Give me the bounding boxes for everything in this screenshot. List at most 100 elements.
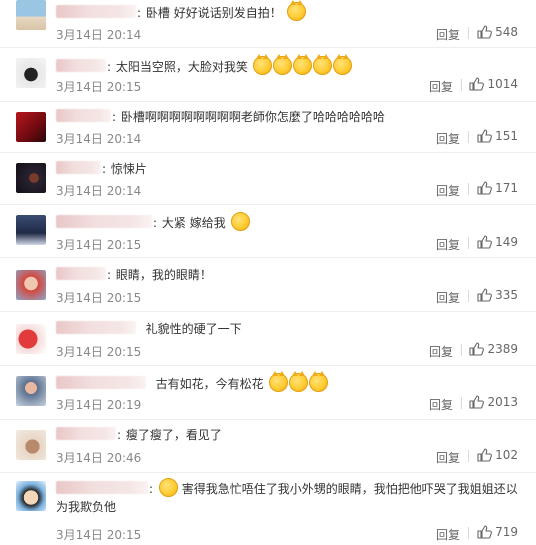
avatar[interactable] [16,481,46,511]
avatar[interactable] [16,112,46,142]
divider [461,344,462,356]
divider [461,79,462,91]
reply-button[interactable]: 回复 [436,449,460,466]
reply-button[interactable]: 回复 [429,396,453,413]
divider [468,27,469,39]
thumbs-up-icon [477,25,493,39]
like-button[interactable]: 335 [477,288,518,302]
divider [468,450,469,462]
comment-text: 眼睛，我的眼睛！ [115,268,212,282]
like-count: 2013 [487,395,518,409]
timestamp: 3月14日 20:19 [56,398,142,412]
like-count: 1014 [487,77,518,91]
like-button[interactable]: 548 [477,25,518,39]
cat-grin-emoji [308,371,328,392]
like-count: 335 [495,288,518,302]
username-blurred[interactable] [56,267,106,280]
comment-text: 惊悚片 [110,162,147,176]
username-blurred[interactable] [56,215,152,228]
thumbs-up-icon [469,342,485,356]
avatar[interactable] [16,58,46,88]
cat-grin-emoji [252,54,272,75]
cat-grin-emoji [272,54,292,75]
like-button[interactable]: 719 [477,525,518,539]
comment-item: : 卧槽啊啊啊啊啊啊啊啊老師你怎麼了哈哈哈哈哈哈 3月14日 20:14 回复 … [0,102,536,153]
username-blurred[interactable] [56,376,146,389]
comment-text-line: : 大紧 嫁给我 [56,212,526,232]
timestamp: 3月14日 20:15 [56,345,142,359]
username-blurred[interactable] [56,427,116,440]
comment-text-line: : 卧槽啊啊啊啊啊啊啊啊老師你怎麼了哈哈哈哈哈哈 [56,108,526,126]
divider [468,237,469,249]
like-button[interactable]: 1014 [469,77,518,91]
comment-text: 卧槽 好好说话别发自拍！ [145,6,282,20]
avatar[interactable] [16,270,46,300]
like-count: 2389 [487,342,518,356]
like-button[interactable]: 2389 [469,342,518,356]
comment-item: : 瘦了瘦了，看见了 3月14日 20:46 回复 102 [0,420,536,473]
reply-button[interactable]: 回复 [436,182,460,199]
cat-grin-emoji [312,54,332,75]
comment-item: : 卧槽 好好说话别发自拍！ 3月14日 20:14 回复 548 [0,0,536,48]
timestamp: 3月14日 20:14 [56,132,142,146]
like-count: 171 [495,181,518,195]
like-count: 102 [495,448,518,462]
comment-item: : 眼睛，我的眼睛！ 3月14日 20:15 回复 335 [0,258,536,312]
username-blurred[interactable] [56,321,136,334]
reply-button[interactable]: 回复 [436,526,460,543]
avatar[interactable] [16,0,46,30]
avatar[interactable] [16,324,46,354]
timestamp: 3月14日 20:15 [56,528,142,542]
thumbs-up-icon [477,288,493,302]
reply-button[interactable]: 回复 [429,78,453,95]
thumbs-up-icon [477,448,493,462]
username-blurred[interactable] [56,5,136,18]
like-button[interactable]: 102 [477,448,518,462]
comment-text-line: : 卧槽 好好说话别发自拍！ [56,0,526,22]
comment-text: 古有如花，今有松花 [155,377,264,391]
avatar[interactable] [16,215,46,245]
avatar[interactable] [16,376,46,406]
comment-text-line: : 眼睛，我的眼睛！ [56,266,526,284]
reply-button[interactable]: 回复 [436,130,460,147]
like-button[interactable]: 149 [477,235,518,249]
thumbs-up-icon [477,129,493,143]
like-count: 548 [495,25,518,39]
divider [468,527,469,539]
comment-text: 太阳当空照，大脸对我笑 [115,60,248,74]
username-blurred[interactable] [56,109,111,122]
comment-text-line: : 瘦了瘦了，看见了 [56,426,526,444]
thumbs-up-icon [469,395,485,409]
reply-button[interactable]: 回复 [436,26,460,43]
avatar[interactable] [16,163,46,193]
comment-text: 瘦了瘦了，看见了 [125,428,222,442]
divider [461,397,462,409]
comment-text-line: : 太阳当空照，大脸对我笑 [56,54,526,76]
avatar[interactable] [16,430,46,460]
username-blurred[interactable] [56,161,101,174]
timestamp: 3月14日 20:15 [56,238,142,252]
username-blurred[interactable] [56,59,106,72]
reply-button[interactable]: 回复 [436,236,460,253]
comment-item: : 惊悚片 3月14日 20:14 回复 171 [0,153,536,205]
timestamp: 3月14日 20:14 [56,184,142,198]
comment-text-line: : 害得我急忙唔住了我小外甥的眼睛，我怕把他吓哭了我姐姐还以为我欺负他 [56,478,526,516]
username-blurred[interactable] [56,481,148,494]
comment-item: 礼貌性的硬了一下 3月14日 20:15 回复 2389 [0,312,536,366]
like-count: 151 [495,129,518,143]
timestamp: 3月14日 20:14 [56,28,142,42]
like-button[interactable]: 151 [477,129,518,143]
reply-button[interactable]: 回复 [436,289,460,306]
smirk-face-emoji [158,478,178,497]
cat-grin-emoji [286,0,306,21]
divider [468,290,469,302]
cat-grin-emoji [292,54,312,75]
cat-grin-emoji [288,371,308,392]
like-button[interactable]: 171 [477,181,518,195]
comment-text: 礼貌性的硬了一下 [145,322,242,336]
reply-button[interactable]: 回复 [429,343,453,360]
like-button[interactable]: 2013 [469,395,518,409]
thumbs-up-icon [469,77,485,91]
comment-item: : 太阳当空照，大脸对我笑 3月14日 20:15 回复 1014 [0,48,536,102]
comment-text-line: : 惊悚片 [56,160,526,178]
